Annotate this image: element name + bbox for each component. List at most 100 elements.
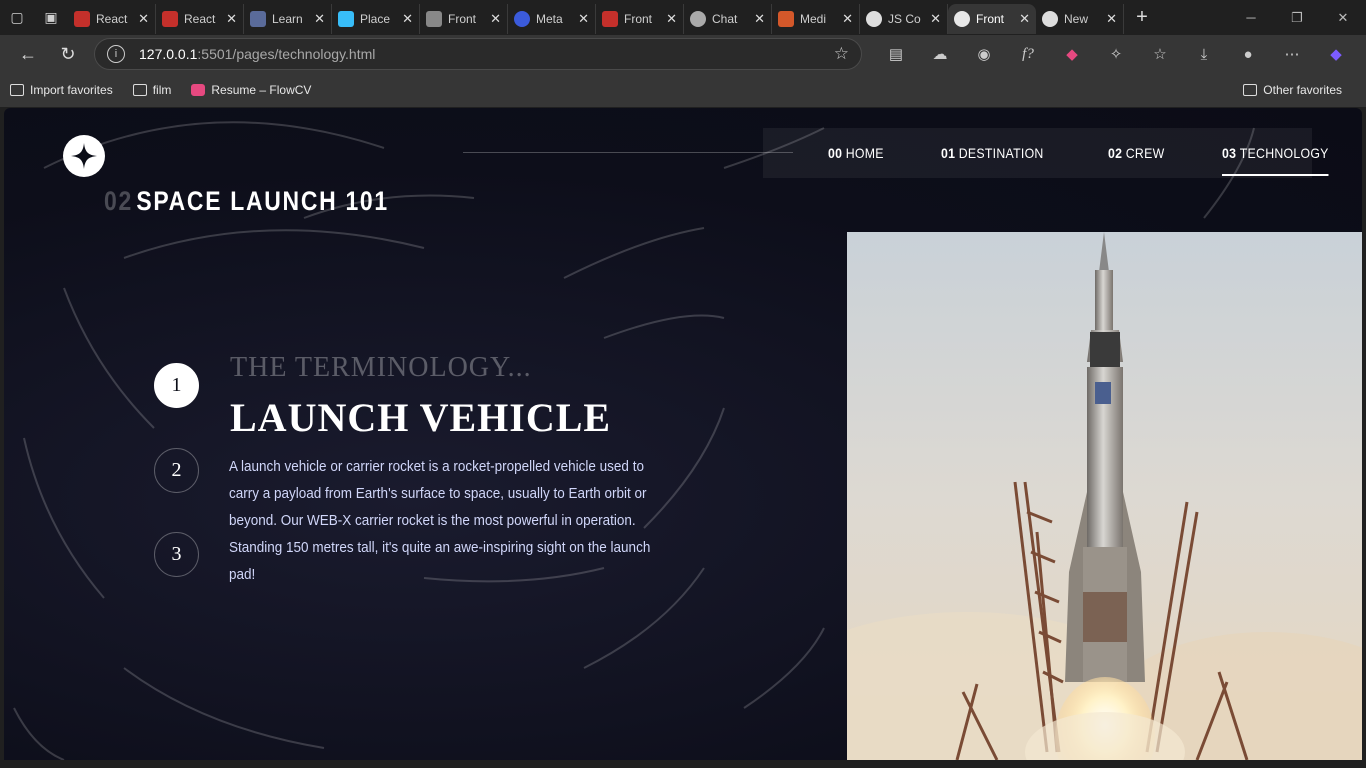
step-button-2[interactable]: 2 (154, 448, 199, 493)
close-icon[interactable]: ✕ (1106, 11, 1117, 27)
tab-title: New (1064, 11, 1089, 26)
more-menu-icon[interactable]: ⋯ (1270, 45, 1314, 63)
browser-tab-active[interactable]: Front ✕ (948, 3, 1036, 34)
step-button-3[interactable]: 3 (154, 532, 199, 577)
tab-favicon (426, 10, 442, 27)
favorite-label: film (152, 83, 172, 97)
minimize-icon[interactable]: ─ (1228, 10, 1274, 26)
star-logo-icon (71, 143, 97, 169)
close-icon[interactable]: ✕ (490, 11, 501, 27)
step-button-1[interactable]: 1 (154, 363, 199, 408)
tab-title: React (96, 11, 128, 26)
browser-tab[interactable]: New ✕ (1036, 3, 1124, 34)
close-icon[interactable]: ✕ (666, 11, 677, 27)
nav-number: 00 (828, 145, 843, 161)
tab-favicon (690, 10, 706, 27)
tab-favicon (778, 10, 794, 27)
import-favorites-link[interactable]: Import favorites (0, 83, 123, 97)
profile-avatar-icon[interactable]: ● (1226, 46, 1270, 63)
tab-favicon (514, 10, 530, 27)
launch-vehicle-image (847, 232, 1362, 760)
browser-tab[interactable]: Place ✕ (332, 3, 420, 34)
browser-tab[interactable]: Learn ✕ (244, 3, 332, 34)
tab-favicon (338, 10, 354, 27)
browser-tab[interactable]: Front ✕ (596, 3, 684, 34)
extension-icon[interactable]: ▤ (874, 45, 918, 63)
nav-link-crew[interactable]: 02 CREW (1108, 128, 1164, 178)
favorite-label: Import favorites (30, 83, 113, 97)
browser-toolbar: ← ↻ i 127.0.0.1:5501/pages/technology.ht… (0, 35, 1366, 73)
folder-icon (1243, 84, 1258, 96)
close-icon[interactable]: ✕ (226, 11, 237, 27)
nav-link-destination[interactable]: 01 DESTINATION (941, 128, 1044, 178)
refresh-icon[interactable]: ↻ (48, 38, 88, 70)
close-window-icon[interactable]: ✕ (1320, 10, 1366, 26)
nav-label: HOME (845, 145, 884, 161)
nav-link-technology[interactable]: 03 TECHNOLOGY (1222, 128, 1329, 178)
browser-tab[interactable]: Medi ✕ (772, 3, 860, 34)
downloads-icon[interactable]: ⤓ (1182, 46, 1226, 63)
extensions-area: ▤ ☁ ◉ f? ◆ ✧ ☆ ⤓ ● ⋯ ◆ (874, 45, 1358, 64)
browser-tab[interactable]: React ✕ (68, 3, 156, 34)
favorite-resume-flowcv[interactable]: Resume – FlowCV (181, 83, 321, 97)
close-icon[interactable]: ✕ (578, 11, 589, 27)
tab-actions-icon[interactable]: ▣ (34, 1, 68, 35)
tab-favicon (954, 10, 970, 27)
browser-tab[interactable]: Front ✕ (420, 3, 508, 34)
color-extension-icon[interactable]: ◆ (1050, 45, 1094, 63)
close-icon[interactable]: ✕ (842, 11, 853, 27)
favorite-label: Resume – FlowCV (211, 83, 312, 97)
tab-favicon (602, 10, 618, 27)
extension-off-icon[interactable]: ◉ (962, 45, 1006, 63)
tab-title: Meta (536, 11, 563, 26)
nav-number: 01 (941, 145, 956, 161)
subheading-text: SPACE LAUNCH 101 (136, 186, 389, 216)
tab-title: Medi (800, 11, 827, 26)
restore-icon[interactable]: ❐ (1274, 10, 1320, 26)
font-extension-icon[interactable]: f? (1006, 46, 1050, 63)
header-divider-line (463, 152, 793, 153)
browser-tab[interactable]: JS Co ✕ (860, 3, 948, 34)
tab-favicon (162, 10, 178, 27)
main-navigation: 00 HOME 01 DESTINATION 02 CREW 03 TECHNOLOGY (763, 128, 1329, 178)
new-tab-button[interactable]: + (1124, 6, 1160, 29)
browser-tab[interactable]: React ✕ (156, 3, 244, 34)
tab-favicon (866, 10, 882, 27)
close-icon[interactable]: ✕ (1019, 11, 1030, 27)
step-number: 2 (171, 459, 182, 481)
workspaces-icon[interactable]: ▢ (0, 1, 34, 35)
back-arrow-icon[interactable]: ← (8, 38, 48, 70)
step-number: 3 (171, 543, 182, 565)
favorite-star-icon[interactable]: ☆ (834, 44, 849, 64)
extension-icon[interactable]: ☁ (918, 45, 962, 63)
extensions-puzzle-icon[interactable]: ✧ (1094, 45, 1138, 63)
other-favorites-folder[interactable]: Other favorites (1233, 83, 1352, 97)
favorite-folder-film[interactable]: film (123, 83, 182, 97)
address-bar[interactable]: i 127.0.0.1:5501/pages/technology.html ☆ (94, 38, 862, 70)
rocket-launch-illustration (847, 232, 1362, 760)
close-icon[interactable]: ✕ (754, 11, 765, 27)
tab-title: Front (976, 11, 1005, 26)
favorites-icon[interactable]: ☆ (1138, 45, 1182, 63)
url-host: 127.0.0.1 (139, 46, 198, 62)
browser-tab[interactable]: Meta ✕ (508, 3, 596, 34)
site-info-icon[interactable]: i (107, 45, 125, 63)
tab-title: JS Co (888, 11, 921, 26)
browser-tab[interactable]: Chat ✕ (684, 3, 772, 34)
nav-label: CREW (1125, 145, 1165, 161)
nav-label: TECHNOLOGY (1239, 145, 1329, 161)
copilot-icon[interactable]: ◆ (1314, 45, 1358, 63)
close-icon[interactable]: ✕ (930, 11, 941, 27)
favorites-bar: Import favorites film Resume – FlowCV Ot… (0, 73, 1366, 107)
tab-title: React (184, 11, 216, 26)
tab-favicon (74, 10, 90, 27)
favorite-label: Other favorites (1263, 83, 1342, 97)
close-icon[interactable]: ✕ (402, 11, 413, 27)
close-icon[interactable]: ✕ (314, 11, 325, 27)
site-logo-icon[interactable] (63, 135, 105, 177)
import-icon (10, 84, 24, 96)
nav-link-home[interactable]: 00 HOME (828, 128, 884, 178)
tab-favicon (250, 10, 266, 27)
tab-title: Front (624, 11, 653, 26)
close-icon[interactable]: ✕ (138, 11, 149, 27)
